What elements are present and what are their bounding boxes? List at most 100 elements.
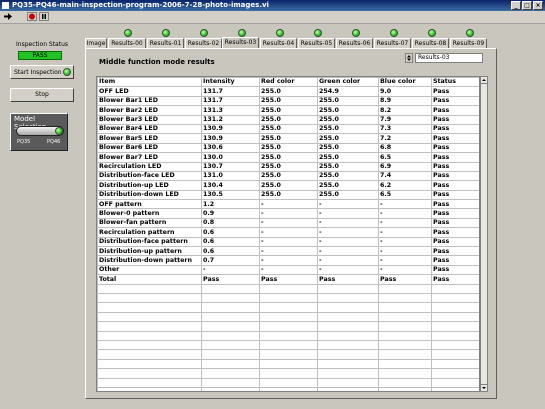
table-row[interactable]: Distribution-face LED 131.0 255.0 255.0 7.4 P… (97, 170, 479, 182)
scroll-up-arrow-icon[interactable] (481, 77, 487, 84)
empty-table-row[interactable] (97, 368, 479, 379)
empty-table-row[interactable] (97, 311, 479, 323)
table-cell: Other (97, 264, 202, 276)
table-cell: Pass (201, 274, 260, 285)
table-row[interactable]: Blower-fan pattern 0.8- - - Pass (97, 217, 479, 229)
table-cell: 6.5 (378, 152, 432, 163)
empty-table-row[interactable] (97, 386, 479, 391)
table-row[interactable]: Blower Bar7 LED 130.0 255.0 255.0 6.5 Pass (97, 152, 479, 163)
start-inspection-button[interactable]: Start Inspection (10, 65, 74, 79)
table-cell (97, 292, 202, 304)
selector-value[interactable]: Results-03 (415, 53, 483, 63)
model-selection-switch[interactable] (16, 126, 64, 136)
results-title: Middle function mode results (99, 58, 215, 66)
table-row[interactable]: Distribution-up LED 130.4 255.0 255.0 6.2 Pas… (97, 180, 479, 191)
table-cell (97, 368, 202, 379)
table-cell: 130.6 (201, 142, 260, 154)
table-row[interactable]: Blower Bar6 LED 130.6 255.0 255.0 6.8 Pass (97, 142, 479, 154)
table-row[interactable]: Distribution-down LED 130.5 255.0 255.0 6.5 P… (97, 189, 479, 201)
vertical-scrollbar[interactable] (480, 76, 488, 392)
table-cell (201, 292, 260, 304)
maximize-button[interactable]: □ (522, 1, 532, 10)
empty-table-row[interactable] (97, 292, 479, 304)
tab-led-icon (390, 29, 398, 37)
table-cell: Pass (317, 274, 379, 285)
selector-stepper-icon[interactable] (405, 53, 413, 63)
pause-icon[interactable] (39, 12, 49, 21)
empty-table-row[interactable] (97, 358, 479, 370)
table-cell (317, 321, 379, 332)
table-cell: Pass (431, 86, 479, 97)
tab-results-06[interactable]: Results-06 (336, 38, 373, 48)
abort-icon[interactable] (27, 12, 37, 21)
tab-results-01[interactable]: Results-01 (147, 38, 184, 48)
table-cell (378, 339, 432, 351)
tab-results-08[interactable]: Results-08 (412, 38, 449, 48)
tab-results-09[interactable]: Results-09 (450, 38, 487, 48)
scroll-down-arrow-icon[interactable] (481, 384, 487, 391)
table-row[interactable]: Blower Bar1 LED 131.7 255.0 255.0 8.9 Pass (97, 95, 479, 107)
table-cell (431, 330, 479, 341)
table-cell: 130.9 (201, 133, 260, 144)
table-row[interactable]: Blower Bar3 LED 131.2 255.0 255.0 7.9 Pass (97, 114, 479, 125)
table-cell (378, 386, 432, 391)
table-cell: 255.0 (317, 133, 379, 144)
table-row[interactable]: Distribution-down pattern 0.7- - - Pass (97, 255, 479, 266)
table-row[interactable]: Blower Bar4 LED 130.9 255.0 255.0 7.3 Pass (97, 123, 479, 135)
tab-results-00[interactable]: Results-00 (108, 38, 146, 48)
tab-led-icon (352, 29, 360, 37)
tab-led-icon (124, 29, 132, 37)
table-cell: Pass (431, 217, 479, 229)
results-selector[interactable]: Results-03 (405, 53, 483, 63)
table-cell: 255.0 (317, 105, 379, 116)
tab-results-05[interactable]: Results-05 (298, 38, 335, 48)
table-row[interactable]: Recirculation LED 130.7 255.0 255.0 6.9 Pass (97, 161, 479, 172)
table-cell (378, 283, 432, 295)
table-row[interactable]: Other - - - - Pass (97, 264, 479, 276)
table-cell: - (259, 246, 318, 257)
tab-image[interactable]: Image (85, 38, 107, 48)
table-cell: - (259, 264, 318, 276)
table-row[interactable]: Distribution-face pattern 0.6- - - Pass (97, 236, 479, 248)
table-cell: 1.2 (201, 199, 260, 210)
tab-results-07[interactable]: Results-07 (374, 38, 411, 48)
window-title: PQ35-PQ46-main-inspection-program-2006-7… (12, 1, 269, 9)
table-cell (431, 292, 479, 304)
model-option-pq35[interactable]: PQ35 (17, 139, 30, 145)
run-arrow-icon[interactable] (3, 12, 13, 21)
minimize-button[interactable]: _ (511, 1, 521, 10)
table-cell (317, 292, 379, 304)
empty-table-row[interactable] (97, 349, 479, 360)
empty-table-row[interactable] (97, 321, 479, 332)
empty-table-row[interactable] (97, 330, 479, 341)
table-row[interactable]: Total Pass Pass Pass Pass Pass (97, 274, 479, 285)
empty-table-row[interactable] (97, 377, 479, 388)
table-cell: Blower Bar1 LED (97, 95, 202, 107)
empty-table-row[interactable] (97, 283, 479, 295)
model-option-pq46[interactable]: PQ46 (47, 139, 60, 145)
stop-button[interactable]: Stop (10, 88, 74, 102)
table-cell: 131.2 (201, 114, 260, 125)
table-cell (259, 330, 318, 341)
table-cell: Blower Bar2 LED (97, 105, 202, 116)
tab-results-04[interactable]: Results-04 (260, 38, 297, 48)
tab-label: Results-02 (187, 40, 220, 47)
table-row[interactable]: Distribution-up pattern 0.6- - - Pass (97, 246, 479, 257)
table-cell: 255.0 (259, 180, 318, 191)
results-table[interactable]: Item Intensity Red color Green color Blue co… (96, 76, 480, 392)
table-cell: OFF LED (97, 86, 202, 97)
tab-results-02[interactable]: Results-02 (185, 38, 222, 48)
empty-table-row[interactable] (97, 339, 479, 351)
table-row[interactable]: Blower-0 pattern 0.9- - - Pass (97, 208, 479, 219)
table-cell (317, 302, 379, 313)
table-row[interactable]: OFF LED 131.7 255.0 254.9 9.0 Pass (97, 86, 479, 97)
table-row[interactable]: Recirculation pattern 0.6- - - Pass (97, 227, 479, 238)
tab-led-icon (200, 29, 208, 37)
table-row[interactable]: OFF pattern 1.2- - - Pass (97, 199, 479, 210)
close-button[interactable]: × (533, 1, 543, 10)
empty-table-row[interactable] (97, 302, 479, 313)
start-inspection-led-icon (63, 68, 71, 76)
table-row[interactable]: Blower Bar5 LED 130.9 255.0 255.0 7.2 Pass (97, 133, 479, 144)
table-cell: - (259, 217, 318, 229)
table-row[interactable]: Blower Bar2 LED 131.3 255.0 255.0 8.2 Pass (97, 105, 479, 116)
